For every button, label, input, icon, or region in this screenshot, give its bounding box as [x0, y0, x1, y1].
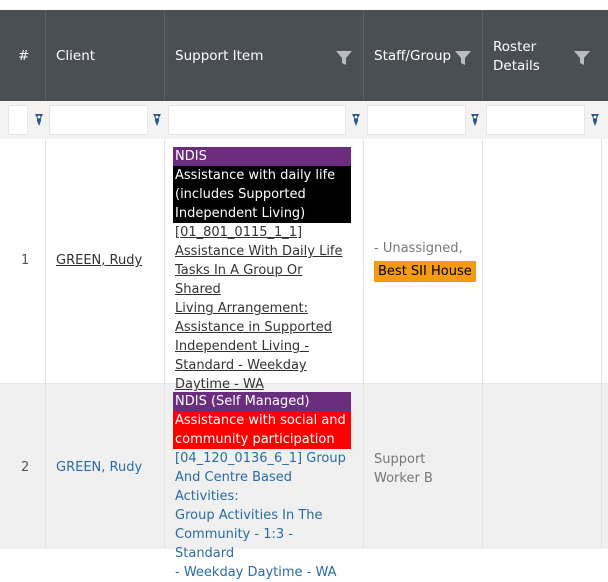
column-header-number-label: # [18, 48, 30, 64]
number-filter-pin-icon[interactable] [32, 113, 46, 127]
support-item-cell: NDIS Assistance with daily life (include… [173, 147, 351, 394]
staff-group-badge[interactable]: Best SII House [374, 261, 476, 282]
roster-details-filter-input[interactable] [486, 105, 585, 135]
support-category-tag: Assistance with social and community par… [173, 411, 351, 449]
support-item-link[interactable]: [04_120_0136_6_1] Group And Centre Based… [173, 449, 351, 582]
client-filter-input[interactable] [49, 105, 148, 135]
column-header-client-label: Client [56, 48, 96, 64]
support-item-line: [01_801_0115_1_1] [175, 225, 303, 240]
column-header-roster-details-line1: Roster [493, 39, 537, 55]
support-item-line: Assistance in Supported [175, 320, 333, 335]
support-item-line: - Weekday Daytime - WA [175, 565, 337, 580]
client-link[interactable]: GREEN, Rudy [56, 253, 142, 268]
support-item-filter-icon[interactable] [335, 49, 353, 67]
staff-name-line: Worker B [374, 471, 433, 486]
staff-group-filter-pin-icon[interactable] [468, 113, 482, 127]
support-item-line: Community - 1:3 - Standard [175, 527, 293, 561]
support-item-filter-pin-icon[interactable] [349, 113, 363, 127]
staff-group-cell: Support Worker B [374, 450, 433, 488]
row-number: 1 [21, 253, 30, 268]
support-item-line: Group Activities In The [175, 508, 323, 523]
column-header-staff-group-label: Staff/Group [374, 48, 452, 64]
support-item-filter-input[interactable] [168, 105, 346, 135]
funding-type-tag: NDIS (Self Managed) [173, 392, 351, 411]
client-link[interactable]: GREEN, Rudy [56, 460, 142, 475]
column-header-number[interactable]: # [0, 10, 45, 101]
column-header-support-item-label: Support Item [175, 48, 264, 64]
row-number: 2 [21, 460, 30, 475]
staff-name-line: Support [374, 452, 426, 467]
staff-unassigned-text: - Unassigned, [374, 241, 463, 256]
client-filter-pin-icon[interactable] [150, 113, 164, 127]
column-header-support-item[interactable]: Support Item [165, 10, 363, 101]
support-item-line: [04_120_0136_6_1] Group [175, 451, 346, 466]
support-item-link[interactable]: [01_801_0115_1_1] Assistance With Daily … [173, 223, 351, 394]
column-divider [601, 139, 602, 549]
column-divider [482, 139, 483, 549]
column-divider [164, 139, 165, 549]
roster-details-filter-pin-icon[interactable] [588, 113, 602, 127]
support-item-line: Independent Living - [175, 339, 310, 354]
support-item-line: Tasks In A Group Or Shared [175, 263, 303, 297]
support-category-tag: Assistance with daily life (includes Sup… [173, 166, 351, 223]
staff-group-filter-icon[interactable] [454, 49, 472, 67]
funding-type-tag: NDIS [173, 147, 351, 166]
support-item-line: Assistance With Daily Life [175, 244, 343, 259]
roster-grid: # Client Support Item Staff/Group Roster… [0, 0, 608, 580]
column-divider [363, 139, 364, 549]
roster-details-filter-icon[interactable] [573, 49, 591, 67]
column-header-roster-details-line2: Details [493, 58, 540, 74]
support-item-line: And Centre Based Activities: [175, 470, 293, 504]
support-item-line: Living Arrangement: [175, 301, 308, 316]
staff-group-filter-input[interactable] [367, 105, 466, 135]
column-divider [45, 139, 46, 549]
support-item-line: Standard - Weekday [175, 358, 307, 373]
column-header-client[interactable]: Client [46, 10, 164, 101]
number-filter-input[interactable] [8, 105, 28, 135]
staff-group-cell: - Unassigned, Best SII House [374, 239, 476, 282]
support-item-cell: NDIS (Self Managed) Assistance with soci… [173, 392, 351, 582]
